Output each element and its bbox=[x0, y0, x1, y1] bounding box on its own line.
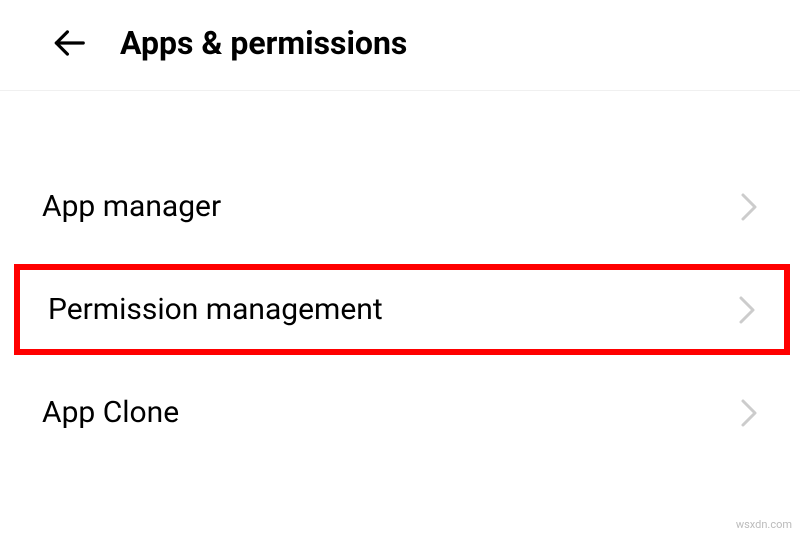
list-item-label: App manager bbox=[42, 189, 221, 224]
page-title: Apps & permissions bbox=[120, 24, 407, 62]
list-item-app-manager[interactable]: App manager bbox=[0, 163, 800, 250]
chevron-right-icon bbox=[740, 397, 758, 429]
list-item-label: Permission management bbox=[48, 292, 383, 327]
header: Apps & permissions bbox=[0, 0, 800, 91]
back-button[interactable] bbox=[50, 24, 88, 62]
list-item-app-clone[interactable]: App Clone bbox=[0, 369, 800, 456]
highlight-annotation: Permission management bbox=[14, 264, 790, 355]
list-item-label: App Clone bbox=[42, 395, 179, 430]
list-item-permission-management[interactable]: Permission management bbox=[20, 270, 784, 349]
watermark: wsxdn.com bbox=[736, 518, 792, 531]
chevron-right-icon bbox=[738, 294, 756, 326]
arrow-left-icon bbox=[50, 24, 88, 62]
chevron-right-icon bbox=[740, 191, 758, 223]
settings-list: App manager Permission management App Cl… bbox=[0, 91, 800, 456]
